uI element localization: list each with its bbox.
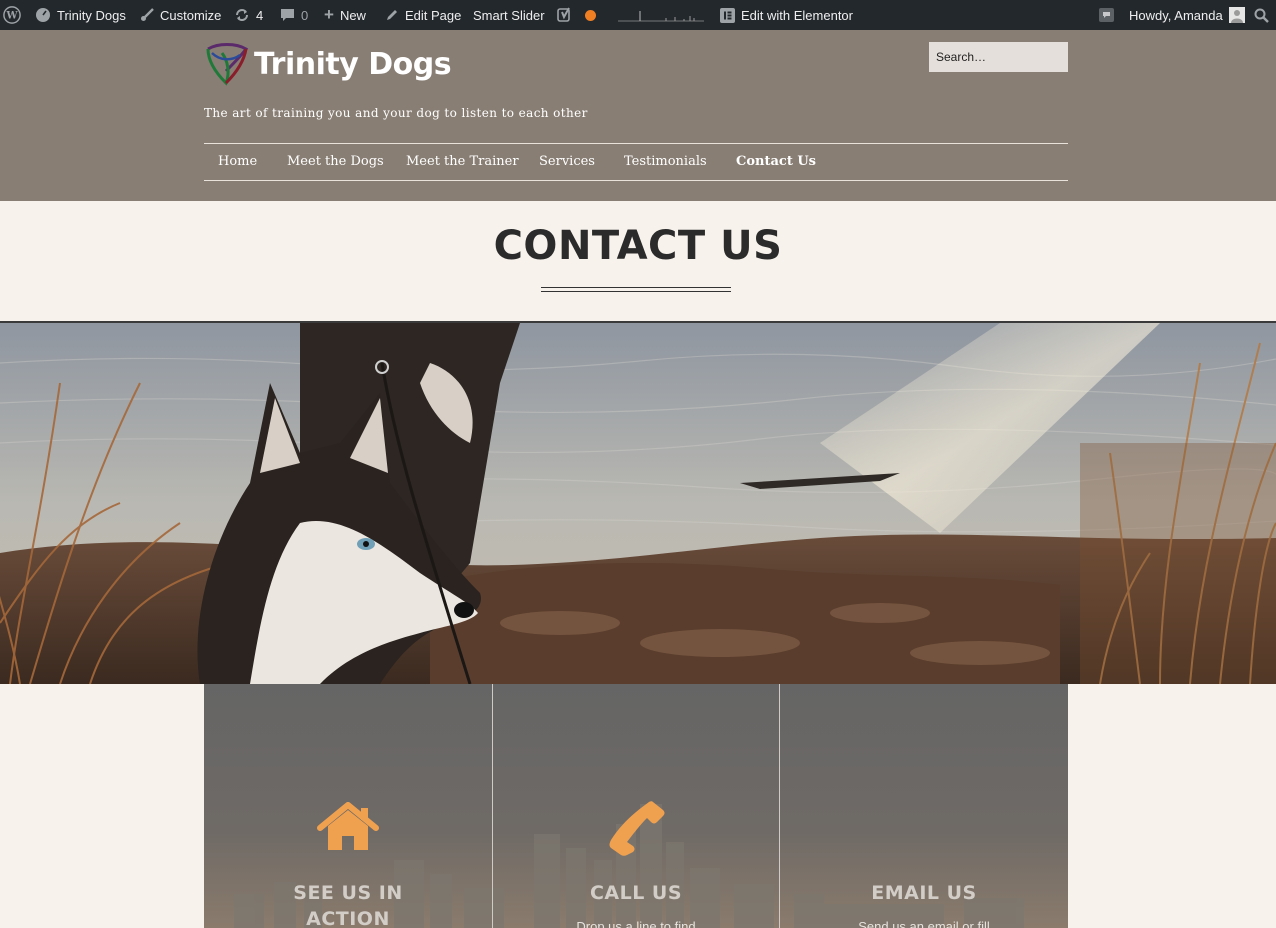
admin-customize-label: Customize <box>160 7 222 23</box>
admin-edit-elementor[interactable]: Edit with Elementor <box>720 0 853 30</box>
contact-panels: SEE US IN ACTION CALL US Drop us a line … <box>204 684 1068 928</box>
updates-count: 4 <box>256 7 264 23</box>
nav-item-meet-the-trainer[interactable]: Meet the Trainer <box>406 144 519 180</box>
plus-icon: + <box>324 5 334 24</box>
nav-item-services[interactable]: Services <box>539 144 595 180</box>
admin-site-name-label: Trinity Dogs <box>57 7 126 23</box>
admin-new-label: New <box>339 7 366 23</box>
search-input[interactable] <box>929 42 1068 72</box>
site-logo[interactable] <box>204 43 250 92</box>
notifications-icon[interactable] <box>1099 0 1114 30</box>
admin-updates[interactable]: 4 <box>234 0 263 30</box>
panel-title-email-us: EMAIL US <box>871 882 977 904</box>
brush-icon <box>141 8 154 21</box>
admin-stats-sparkline[interactable] <box>618 0 704 30</box>
yoast-icon <box>557 7 570 22</box>
panel-see-us: SEE US IN ACTION <box>204 684 492 928</box>
svg-text:W: W <box>5 11 18 22</box>
admin-account[interactable]: Howdy, Amanda <box>1129 0 1245 30</box>
dashboard-icon <box>36 8 50 22</box>
panel-text-call-us: Drop us a line to find <box>576 919 696 928</box>
panel-title-call-us: CALL US <box>589 882 683 904</box>
admin-smart-slider[interactable]: Smart Slider <box>473 0 545 30</box>
avatar <box>1228 7 1245 23</box>
admin-edit-page[interactable]: Edit Page <box>385 0 461 30</box>
panel-title-see-us: SEE US IN <box>293 882 403 904</box>
admin-new[interactable]: + New <box>324 0 366 30</box>
page-title: CONTACT US <box>493 223 783 269</box>
site-header: Trinity Dogs The art of training you and… <box>0 30 1276 201</box>
wordpress-logo-icon[interactable]: W <box>3 0 21 30</box>
panel-text-email-us: Send us an email or fill <box>858 919 990 928</box>
panel-title-see-us-line2: ACTION <box>306 908 390 928</box>
pencil-icon <box>387 10 397 20</box>
panel-call-us: CALL US Drop us a line to find <box>493 684 779 928</box>
howdy-label: Howdy, Amanda <box>1129 7 1223 23</box>
admin-edit-page-label: Edit Page <box>405 7 462 23</box>
nav-item-contact-us[interactable]: Contact Us <box>736 144 816 180</box>
admin-seo[interactable] <box>557 0 596 30</box>
admin-bar: W Trinity Dogs Customize 4 0 + New Edit … <box>0 0 1276 30</box>
admin-edit-elementor-label: Edit with Elementor <box>741 7 853 23</box>
site-tagline: The art of training you and your dog to … <box>204 106 588 120</box>
nav-item-testimonials[interactable]: Testimonials <box>624 144 707 180</box>
hero-image-huskies <box>0 321 1276 684</box>
admin-comments[interactable]: 0 <box>280 0 308 30</box>
page-title-section: CONTACT US <box>0 201 1276 321</box>
seo-status-dot <box>585 9 596 21</box>
comment-bubble-icon <box>281 9 294 21</box>
admin-customize[interactable]: Customize <box>140 0 221 30</box>
comments-count: 0 <box>301 7 309 23</box>
panel-email-us: EMAIL US Send us an email or fill <box>780 684 1068 928</box>
elementor-icon <box>720 7 735 23</box>
site-title[interactable]: Trinity Dogs <box>254 47 452 82</box>
home-icon <box>317 802 379 850</box>
admin-smart-slider-label: Smart Slider <box>473 7 545 23</box>
sparkline-icon <box>618 11 704 22</box>
nav-item-home[interactable]: Home <box>218 144 257 180</box>
admin-site-name[interactable]: Trinity Dogs <box>35 0 126 30</box>
primary-nav: Home Meet the Dogs Meet the Trainer Serv… <box>204 143 1068 181</box>
nav-item-meet-the-dogs[interactable]: Meet the Dogs <box>287 144 384 180</box>
title-divider <box>541 287 731 292</box>
updates-icon <box>236 9 248 21</box>
admin-search-icon[interactable] <box>1254 0 1269 30</box>
phone-icon <box>609 801 665 856</box>
trinity-knot-logo-icon <box>206 43 249 86</box>
